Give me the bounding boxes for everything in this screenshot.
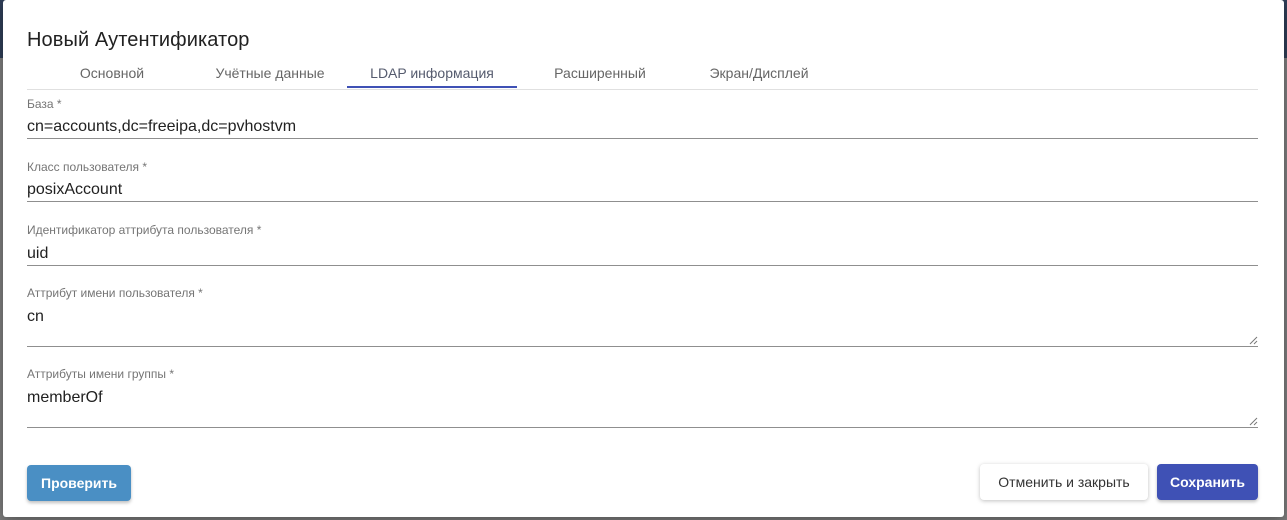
- save-button[interactable]: Сохранить: [1157, 464, 1258, 500]
- test-button[interactable]: Проверить: [27, 465, 131, 501]
- tab-credentials[interactable]: Учётные данные: [185, 59, 355, 89]
- active-tab-indicator: [347, 86, 517, 88]
- user-class-field[interactable]: Класс пользователя * posixAccount: [27, 160, 1258, 202]
- username-attribute-textarea-label: Аттрибут имени пользователя *: [27, 286, 203, 300]
- tab-main[interactable]: Основной: [27, 59, 197, 89]
- base-field[interactable]: База * cn=accounts,dc=freeipa,dc=pvhostv…: [27, 97, 1258, 139]
- tab-bar: Основной Учётные данные LDAP информация …: [27, 59, 1258, 90]
- cancel-and-close-button[interactable]: Отменить и закрыть: [980, 464, 1148, 500]
- base-field-value[interactable]: cn=accounts,dc=freeipa,dc=pvhostvm: [27, 118, 296, 136]
- user-class-field-label: Класс пользователя *: [27, 160, 147, 174]
- tab-display[interactable]: Экран/Дисплей: [674, 59, 844, 89]
- resize-grip-icon[interactable]: [1249, 417, 1258, 426]
- group-name-attributes-textarea[interactable]: Аттрибуты имени группы * memberOf: [27, 367, 1258, 428]
- username-attribute-textarea[interactable]: Аттрибут имени пользователя * cn: [27, 286, 1258, 347]
- user-id-attribute-field[interactable]: Идентификатор аттрибута пользователя * u…: [27, 223, 1258, 266]
- group-name-attributes-textarea-label: Аттрибуты имени группы *: [27, 367, 175, 381]
- dialog-title: Новый Аутентификатор: [27, 29, 250, 51]
- new-authenticator-dialog: Новый Аутентификатор Основной Учётные да…: [3, 0, 1284, 517]
- username-attribute-textarea-value[interactable]: cn: [27, 308, 44, 326]
- user-id-attribute-field-label: Идентификатор аттрибута пользователя *: [27, 223, 262, 237]
- tab-ldap-info[interactable]: LDAP информация: [347, 59, 517, 89]
- resize-grip-icon[interactable]: [1249, 336, 1258, 345]
- base-field-label: База *: [27, 97, 62, 111]
- group-name-attributes-textarea-value[interactable]: memberOf: [27, 389, 103, 407]
- user-class-field-value[interactable]: posixAccount: [27, 181, 122, 199]
- tab-advanced[interactable]: Расширенный: [515, 59, 685, 89]
- user-id-attribute-field-value[interactable]: uid: [27, 245, 48, 263]
